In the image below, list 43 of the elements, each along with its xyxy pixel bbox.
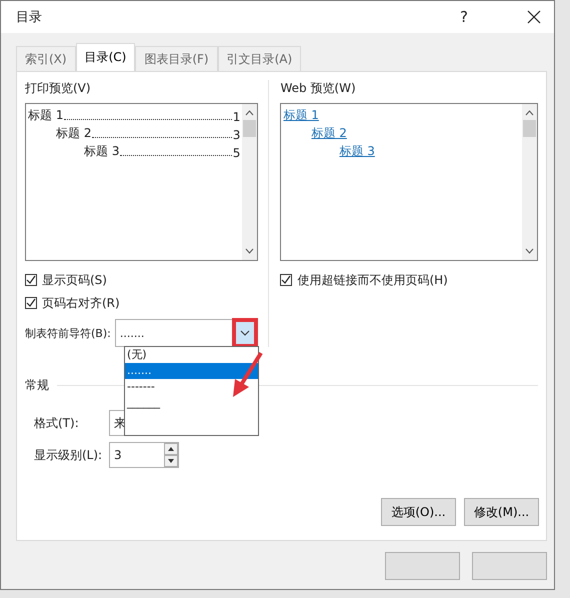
tab[interactable]: 引文目录(A) [218,46,302,71]
checkbox-label: 页码右对齐(R) [42,294,120,312]
spin-down-button[interactable] [164,455,178,467]
checkbox[interactable] [280,274,292,286]
window-title: 目录 [16,9,43,26]
checkbox[interactable] [25,274,37,286]
toc-link[interactable]: 标题 2 [311,125,347,142]
page-number: 5 [232,146,240,160]
scroll-thumb[interactable] [243,120,256,137]
help-button[interactable]: ? [444,8,484,26]
toc-entry: 标题 2 [56,125,92,142]
scrollbar[interactable] [522,104,537,260]
toc-entry: 标题 1 [28,107,64,124]
tab[interactable]: 图表目录(F) [135,46,218,71]
checkbox-label: 使用超链接而不使用页码(H) [297,272,448,288]
checkbox-label: 显示页码(S) [42,272,107,288]
tab[interactable]: 目录(C) [76,43,136,71]
scrollbar[interactable] [242,104,258,260]
close-icon [527,10,541,24]
triangle-down-icon [168,459,174,463]
triangle-up-icon [168,447,174,451]
page-number: 3 [232,128,240,142]
field-label: 显示级别(L): [34,446,104,464]
dropdown-option[interactable]: ....... [125,363,258,379]
tab[interactable]: 索引(X) [16,46,76,71]
chevron-down-icon [240,330,250,336]
page-number: 1 [232,110,240,124]
leader-dropdown[interactable]: ....... [114,319,257,347]
section-label: 打印预览(V) [25,80,92,97]
spin-up-button[interactable] [164,443,178,455]
level-spinner[interactable]: 3 [109,442,179,468]
section-label: Web 预览(W) [280,80,357,97]
toc-entry: 标题 3 [84,143,120,160]
dialog-button[interactable]: 选项(O)... [381,498,456,526]
dialog-button[interactable]: 修改(M)... [464,498,539,526]
scroll-thumb[interactable] [523,120,536,137]
dropdown-button[interactable] [234,320,256,346]
field-label: 制表符前导符(B): [25,326,111,340]
checkbox[interactable] [25,297,37,309]
field-label: 格式(T): [34,414,80,432]
toc-link[interactable]: 标题 3 [339,143,375,160]
toc-link[interactable]: 标题 1 [283,107,319,124]
section-heading: 常规 [25,377,49,394]
